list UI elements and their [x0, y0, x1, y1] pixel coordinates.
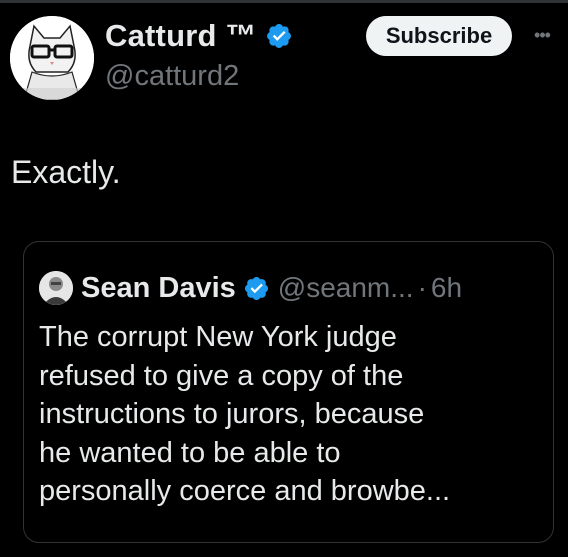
quoted-tweet-line: personally coerce and browbe...: [39, 475, 451, 507]
quoted-tweet-line: instructions to jurors, because: [39, 398, 425, 430]
top-divider: [0, 0, 568, 3]
quoted-tweet-line: The corrupt New York judge: [39, 321, 397, 353]
quoted-author-avatar[interactable]: [39, 271, 73, 305]
quoted-tweet-line: he wanted to be able to: [39, 436, 341, 469]
verified-badge-icon: [266, 24, 291, 48]
quoted-tweet-header: Sean Davis @seanm... · 6h: [39, 270, 462, 306]
quoted-tweet-card[interactable]: Sean Davis @seanm... · 6h The corrupt Ne…: [23, 241, 554, 543]
tweet-text: Exactly.: [11, 154, 121, 190]
author-display-name[interactable]: Catturd ™: [105, 18, 257, 54]
person-avatar-icon: [39, 271, 73, 305]
cat-with-glasses-icon: [10, 16, 94, 100]
more-options-icon[interactable]: •••: [527, 22, 557, 48]
quoted-tweet-line: refused to give a copy of the: [39, 359, 404, 392]
author-handle[interactable]: @catturd2: [105, 60, 239, 93]
separator-dot: ·: [417, 272, 427, 303]
author-name-row: Catturd ™: [105, 16, 293, 56]
quoted-tweet-text: The corrupt New York judge refused to gi…: [39, 318, 539, 511]
quoted-author-handle[interactable]: @seanm...: [278, 272, 414, 304]
author-avatar[interactable]: [10, 16, 94, 100]
subscribe-button[interactable]: Subscribe: [366, 16, 512, 56]
quoted-tweet-time[interactable]: 6h: [431, 272, 462, 304]
verified-badge-icon: [244, 276, 268, 300]
quoted-author-name[interactable]: Sean Davis: [81, 272, 236, 305]
